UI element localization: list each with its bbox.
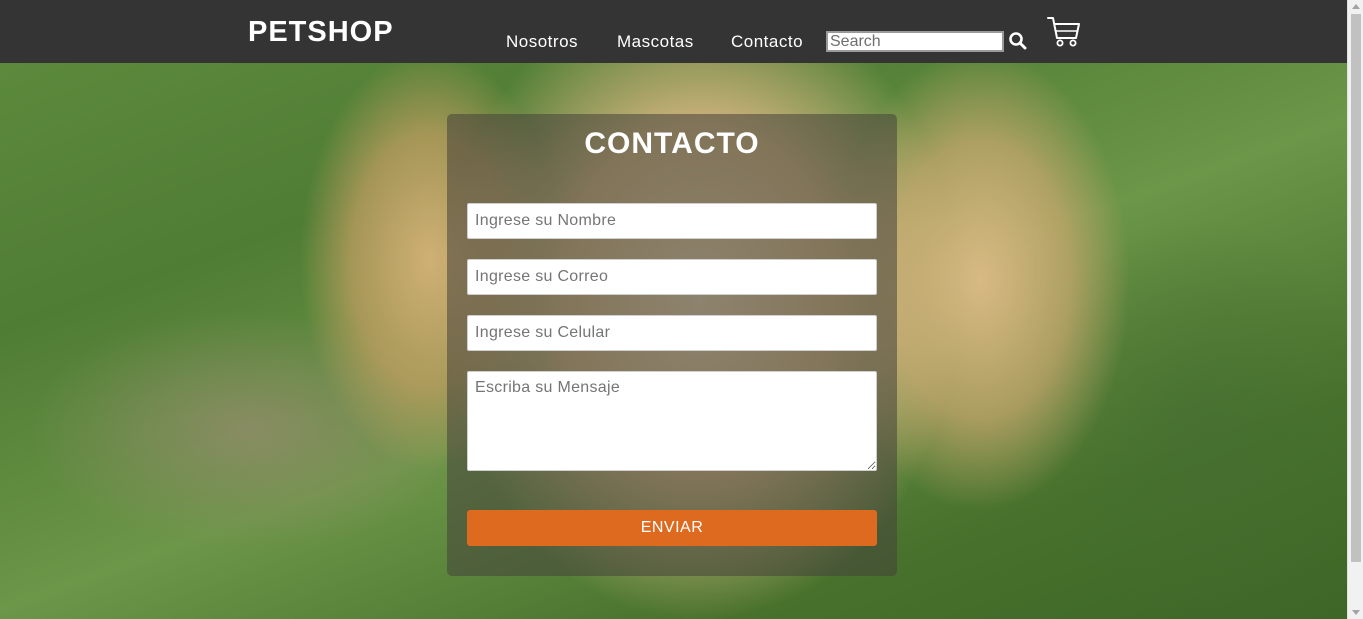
vertical-scrollbar[interactable]	[1347, 0, 1363, 619]
message-field[interactable]	[467, 371, 877, 471]
scroll-down-arrow-icon[interactable]	[1352, 610, 1360, 615]
scroll-up-arrow-icon[interactable]	[1352, 4, 1360, 9]
contact-title: CONTACTO	[584, 127, 760, 160]
submit-button[interactable]: ENVIAR	[467, 510, 877, 546]
email-field[interactable]	[467, 259, 877, 295]
navbar: PETSHOP Nosotros Mascotas Contacto	[0, 0, 1347, 63]
name-field[interactable]	[467, 203, 877, 239]
brand-logo[interactable]: PETSHOP	[248, 16, 394, 49]
search-icon[interactable]	[1008, 31, 1028, 51]
nav-link-contacto[interactable]: Contacto	[731, 32, 803, 52]
search-input[interactable]	[826, 31, 1004, 52]
nav-link-nosotros[interactable]: Nosotros	[506, 32, 578, 52]
phone-field[interactable]	[467, 315, 877, 351]
nav-link-mascotas[interactable]: Mascotas	[617, 32, 694, 52]
scroll-thumb[interactable]	[1351, 14, 1361, 562]
contact-form: CONTACTO ENVIAR	[447, 114, 897, 576]
page: PETSHOP Nosotros Mascotas Contacto CONTA…	[0, 0, 1363, 619]
shopping-cart-icon[interactable]	[1046, 14, 1082, 50]
